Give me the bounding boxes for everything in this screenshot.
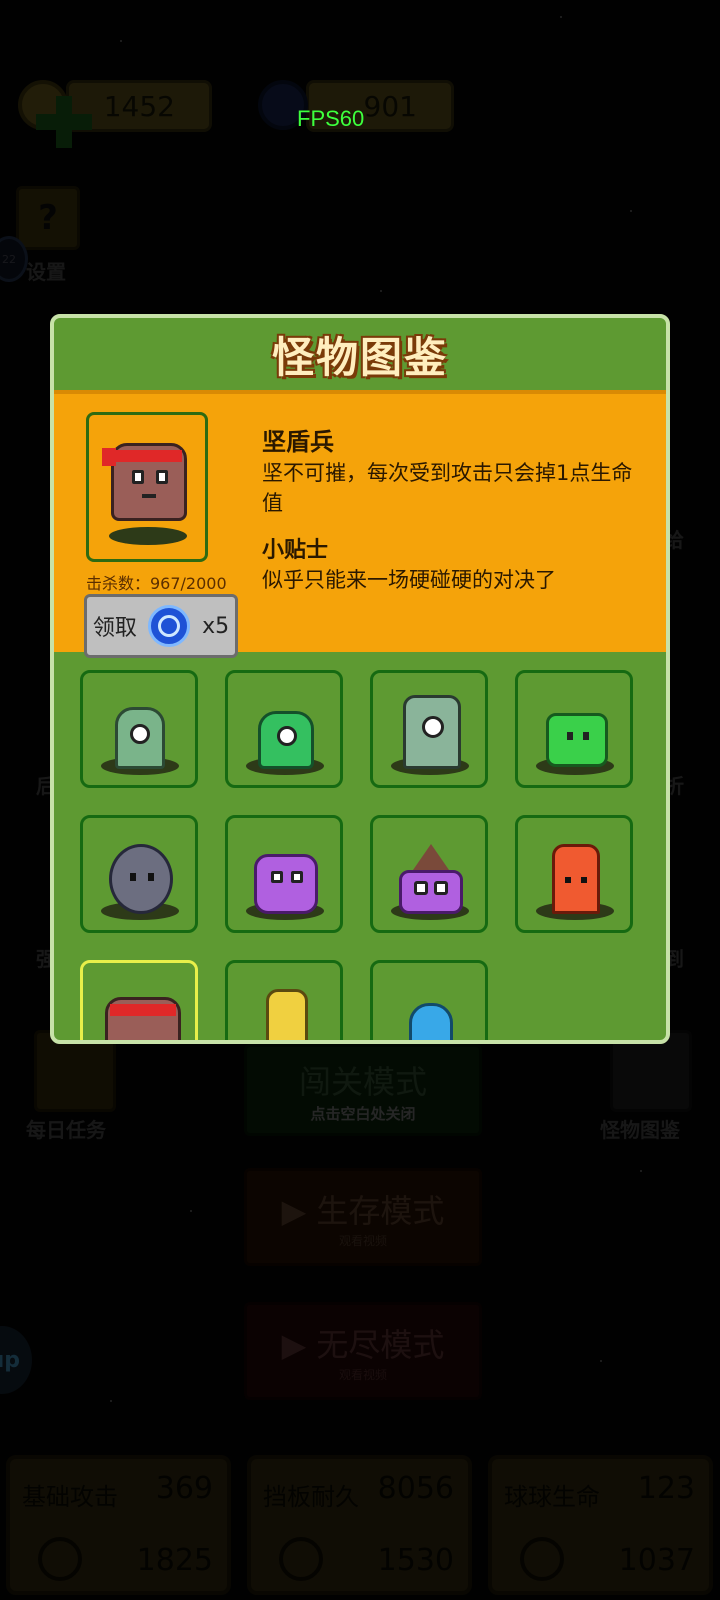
shield-soldier-icon	[105, 997, 181, 1040]
monster-cell[interactable]	[370, 670, 488, 788]
monster-cell[interactable]	[80, 815, 198, 933]
stat-value: 369	[155, 1471, 213, 1506]
stone-ball-icon	[109, 844, 173, 914]
gold-value: 1452	[103, 89, 175, 123]
monster-cell[interactable]	[515, 815, 633, 933]
stat-value: 123	[637, 1471, 695, 1506]
stat-card-paddle[interactable]: 挡板耐久 8056 1530	[247, 1455, 472, 1595]
up-label: up	[0, 1347, 20, 1373]
daily-task-label: 每日任务	[26, 1118, 106, 1142]
coin-icon	[520, 1537, 564, 1581]
stat-value: 8056	[377, 1471, 454, 1506]
shield-soldier-icon	[102, 443, 187, 521]
monster-cell[interactable]	[370, 960, 488, 1040]
kill-count: 击杀数：967/2000	[86, 574, 227, 593]
monster-name: 坚盾兵	[262, 428, 334, 456]
add-gold-plus-icon[interactable]	[36, 96, 92, 148]
endless-sub: 观看视频	[338, 1367, 387, 1382]
monster-cell[interactable]	[515, 670, 633, 788]
stat-name: 基础攻击	[22, 1483, 118, 1511]
stat-name: 挡板耐久	[263, 1483, 359, 1511]
tip-text: 似乎只能来一场硬碰硬的对决了	[262, 568, 556, 592]
monster-cell[interactable]	[225, 670, 343, 788]
monster-cell[interactable]	[225, 815, 343, 933]
claim-count: x5	[202, 613, 230, 639]
bestiary-modal: 怪物图鉴 击杀数：967/2000 领取 x5 坚盾兵 坚不可摧，每次受到攻击只…	[50, 314, 670, 1044]
settings-button[interactable]: ?	[16, 186, 80, 250]
stat-card-attack[interactable]: 基础攻击 369 1825	[6, 1455, 231, 1595]
red-ghost-icon	[552, 844, 600, 914]
endless-mode-label: ▶ 无尽模式	[281, 1325, 445, 1364]
green-ghost-icon	[115, 707, 165, 769]
bestiary-label: 怪物图鉴	[600, 1118, 680, 1142]
claim-button[interactable]: 领取 x5	[84, 594, 238, 658]
green-cactus-icon	[546, 713, 608, 767]
tip-heading: 小贴士	[262, 538, 329, 563]
monster-description: 坚不可摧，每次受到攻击只会掉1点生命值	[262, 461, 633, 515]
wizard-hat-monster-icon	[399, 844, 463, 914]
purple-imp-icon	[254, 854, 318, 914]
endless-mode-button[interactable]: ▶ 无尽模式 观看视频	[244, 1302, 482, 1400]
stat-cost: 1037	[618, 1543, 695, 1578]
coin-icon	[279, 1537, 323, 1581]
modal-title: 怪物图鉴	[271, 332, 448, 382]
coin-icon	[38, 1537, 82, 1581]
close-hint: 点击空白处关闭	[310, 1104, 416, 1123]
level-mode-button[interactable]: 闯关模式 点击空白处关闭	[244, 1044, 482, 1136]
settings-label: 设置	[26, 260, 66, 284]
gem-icon	[148, 605, 191, 647]
level-mode-label: 闯关模式	[298, 1062, 427, 1101]
yellow-monster-icon	[266, 989, 308, 1040]
level-badge-text: 22	[2, 252, 16, 266]
green-slime-icon	[258, 711, 314, 769]
gem-value: 901	[363, 89, 417, 123]
blue-monster-icon	[409, 1003, 453, 1040]
claim-label: 领取	[92, 616, 137, 641]
monster-cell-selected[interactable]	[80, 960, 198, 1040]
survival-mode-label: ▶ 生存模式	[281, 1191, 445, 1230]
monster-cell[interactable]	[80, 670, 198, 788]
fps-counter: FPS60	[297, 106, 365, 131]
monster-cell[interactable]	[225, 960, 343, 1040]
stat-card-ball[interactable]: 球球生命 123 1037	[488, 1455, 713, 1595]
monster-detail-panel: 击杀数：967/2000 领取 x5 坚盾兵 坚不可摧，每次受到攻击只会掉1点生…	[54, 390, 666, 658]
survival-mode-button[interactable]: ▶ 生存模式 观看视频	[244, 1168, 482, 1266]
stat-cost: 1825	[136, 1543, 213, 1578]
stone-golem-icon	[403, 695, 461, 769]
stat-cost: 1530	[377, 1543, 454, 1578]
monster-portrait	[86, 412, 208, 562]
question-icon: ?	[38, 198, 58, 238]
monster-grid	[54, 652, 666, 1040]
monster-cell[interactable]	[370, 815, 488, 933]
stat-name: 球球生命	[504, 1483, 600, 1511]
survival-sub: 观看视频	[338, 1233, 387, 1248]
